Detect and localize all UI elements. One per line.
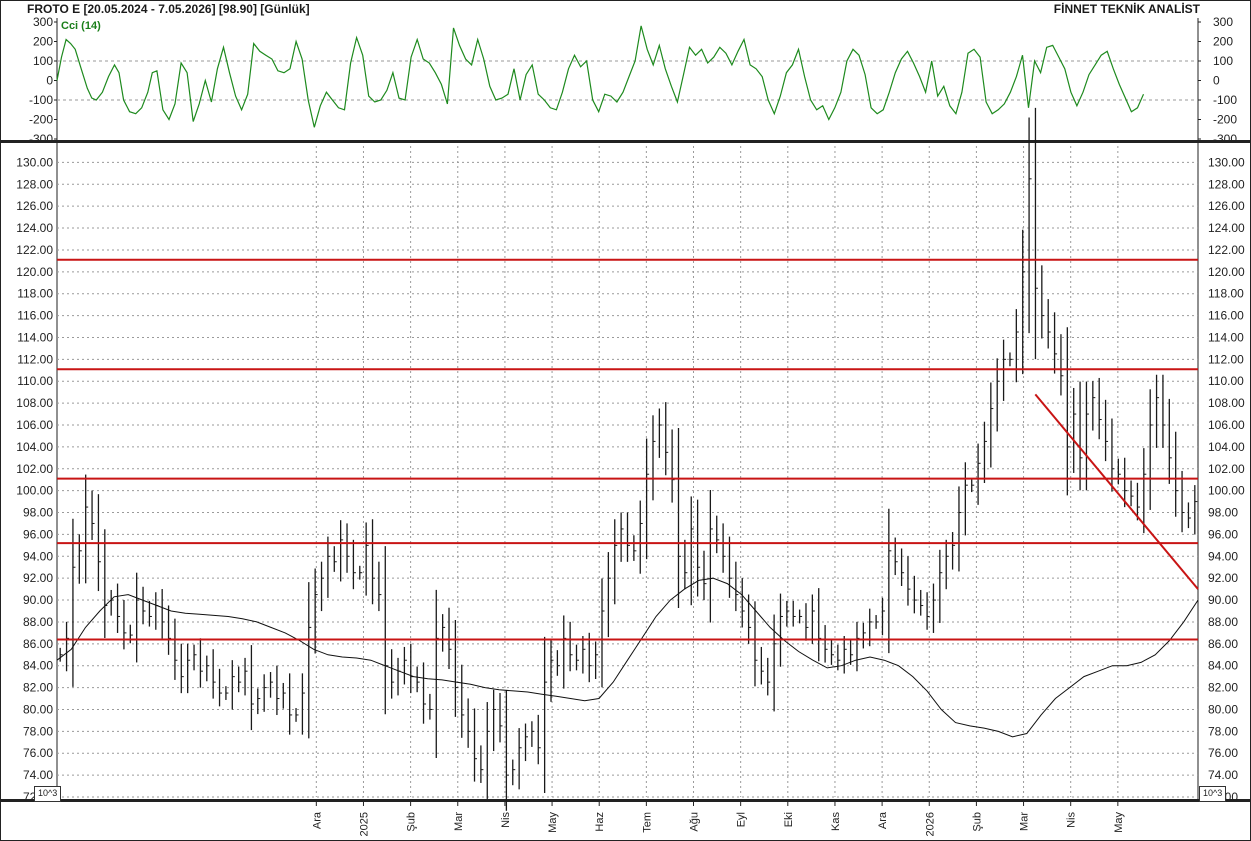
price-tick-label-right: 90.00 [1208, 593, 1238, 607]
price-tick-label-left: 124.00 [16, 221, 53, 235]
cci-tick-label-left: -300 [29, 132, 53, 146]
price-tick-label-right: 76.00 [1208, 746, 1238, 760]
cci-tick-label-right: -200 [1213, 113, 1237, 127]
downtrend-line [1034, 393, 1199, 590]
price-tick-label-left: 122.00 [16, 243, 53, 257]
price-tick-label-right: 126.00 [1208, 199, 1245, 213]
cci-tick-label-right: 100 [1213, 54, 1233, 68]
unit-label-right: 10^3 [1199, 786, 1227, 802]
time-tick-label: Mar [1019, 812, 1031, 831]
time-tick-label: 2025 [358, 812, 370, 836]
price-tick-label-left: 90.00 [23, 593, 53, 607]
time-tick-label: Ağu [689, 812, 701, 832]
cci-tick-label-right: 300 [1213, 15, 1233, 29]
price-tick-label-right: 104.00 [1208, 440, 1245, 454]
price-tick-label-left: 94.00 [23, 549, 53, 563]
price-tick-label-left: 110.00 [17, 374, 53, 388]
price-tick-label-left: 92.00 [23, 571, 53, 585]
price-tick-label-right: 84.00 [1208, 659, 1238, 673]
price-tick-label-right: 108.00 [1208, 396, 1245, 410]
cci-tick-label-left: 100 [33, 54, 53, 68]
time-tick-label: Eyl [736, 812, 748, 827]
time-tick-label: Eki [783, 812, 795, 827]
price-tick-label-left: 84.00 [23, 659, 53, 673]
price-tick-label-left: 118.00 [17, 287, 53, 301]
price-tick-label-left: 88.00 [23, 615, 53, 629]
price-tick-label-left: 98.00 [23, 506, 53, 520]
price-tick-label-left: 96.00 [23, 527, 53, 541]
price-tick-label-left: 108.00 [16, 396, 53, 410]
price-tick-label-left: 120.00 [16, 265, 53, 279]
price-bars [59, 107, 1198, 811]
cci-tick-label-left: 300 [33, 15, 53, 29]
price-tick-label-right: 100.00 [1208, 484, 1245, 498]
price-tick-label-right: 92.00 [1208, 571, 1238, 585]
time-tick-label: Tem [641, 812, 653, 833]
price-tick-label-right: 110.00 [1208, 374, 1244, 388]
cci-tick-label-left: -100 [29, 93, 53, 107]
price-tick-label-left: 126.00 [16, 199, 53, 213]
price-tick-label-left: 112.00 [17, 352, 53, 366]
cci-tick-label-left: 200 [33, 35, 53, 49]
time-tick-label: Şub [971, 812, 983, 832]
price-tick-label-right: 74.00 [1208, 768, 1238, 782]
price-tick-label-right: 78.00 [1208, 724, 1238, 738]
price-tick-label-left: 130.00 [16, 155, 53, 169]
price-tick-label-left: 86.00 [23, 637, 53, 651]
time-tick-label: Haz [594, 812, 606, 832]
time-tick-label: Nis [1066, 812, 1078, 828]
price-tick-label-right: 122.00 [1208, 243, 1245, 257]
time-tick-label: Kas [830, 812, 842, 831]
price-chart: 300 300 200 200 100 100 0 0 -100 -100 -200 -200 -300… [0, 0, 1251, 841]
price-tick-label-left: 80.00 [23, 702, 53, 716]
price-tick-label-right: 118.00 [1208, 287, 1244, 301]
price-tick-label-right: 86.00 [1208, 637, 1238, 651]
price-tick-label-left: 78.00 [23, 724, 53, 738]
price-tick-label-left: 74.00 [23, 768, 53, 782]
unit-label-left: 10^3 [34, 786, 62, 802]
price-tick-label-right: 130.00 [1208, 155, 1245, 169]
time-tick-label: Ara [877, 811, 889, 829]
time-tick-label: 2026 [924, 812, 936, 836]
price-tick-label-left: 100.00 [16, 484, 53, 498]
price-tick-label-right: 88.00 [1208, 615, 1238, 629]
price-tick-label-right: 82.00 [1208, 681, 1238, 695]
price-tick-label-right: 120.00 [1208, 265, 1245, 279]
price-tick-label-left: 128.00 [16, 177, 53, 191]
cci-tick-label-right: -100 [1213, 93, 1237, 107]
price-tick-label-right: 124.00 [1208, 221, 1245, 235]
moving-average-line [56, 577, 1199, 738]
cci-tick-label-right: -300 [1213, 132, 1237, 146]
time-tick-label: Ara [311, 811, 323, 829]
outer-frame [0, 0, 1251, 841]
cci-tick-label-right: 200 [1213, 35, 1233, 49]
price-tick-label-right: 116.00 [1208, 309, 1244, 323]
cci-line [56, 25, 1145, 128]
price-tick-label-right: 112.00 [1208, 352, 1244, 366]
cci-tick-label-left: -200 [29, 113, 53, 127]
price-tick-label-right: 94.00 [1208, 549, 1238, 563]
time-tick-label: Şub [406, 812, 418, 832]
price-tick-label-right: 98.00 [1208, 506, 1238, 520]
price-tick-label-left: 106.00 [16, 418, 53, 432]
price-tick-label-left: 82.00 [23, 681, 53, 695]
price-tick-label-left: 116.00 [17, 309, 53, 323]
price-tick-label-right: 128.00 [1208, 177, 1245, 191]
price-tick-label-right: 96.00 [1208, 527, 1238, 541]
price-tick-label-left: 114.00 [17, 330, 53, 344]
time-tick-label: May [1113, 812, 1125, 833]
cci-tick-label-right: 0 [1213, 74, 1220, 88]
price-tick-label-right: 106.00 [1208, 418, 1245, 432]
price-tick-label-left: 76.00 [23, 746, 53, 760]
time-tick-label: May [547, 812, 559, 833]
price-tick-label-right: 102.00 [1208, 462, 1245, 476]
cci-tick-label-left: 0 [46, 74, 53, 88]
time-tick-label: Nis [500, 812, 512, 828]
time-tick-label: Mar [453, 812, 465, 831]
price-tick-label-right: 114.00 [1208, 330, 1244, 344]
price-tick-label-right: 80.00 [1208, 702, 1238, 716]
price-tick-label-left: 104.00 [16, 440, 53, 454]
price-tick-label-left: 102.00 [16, 462, 53, 476]
